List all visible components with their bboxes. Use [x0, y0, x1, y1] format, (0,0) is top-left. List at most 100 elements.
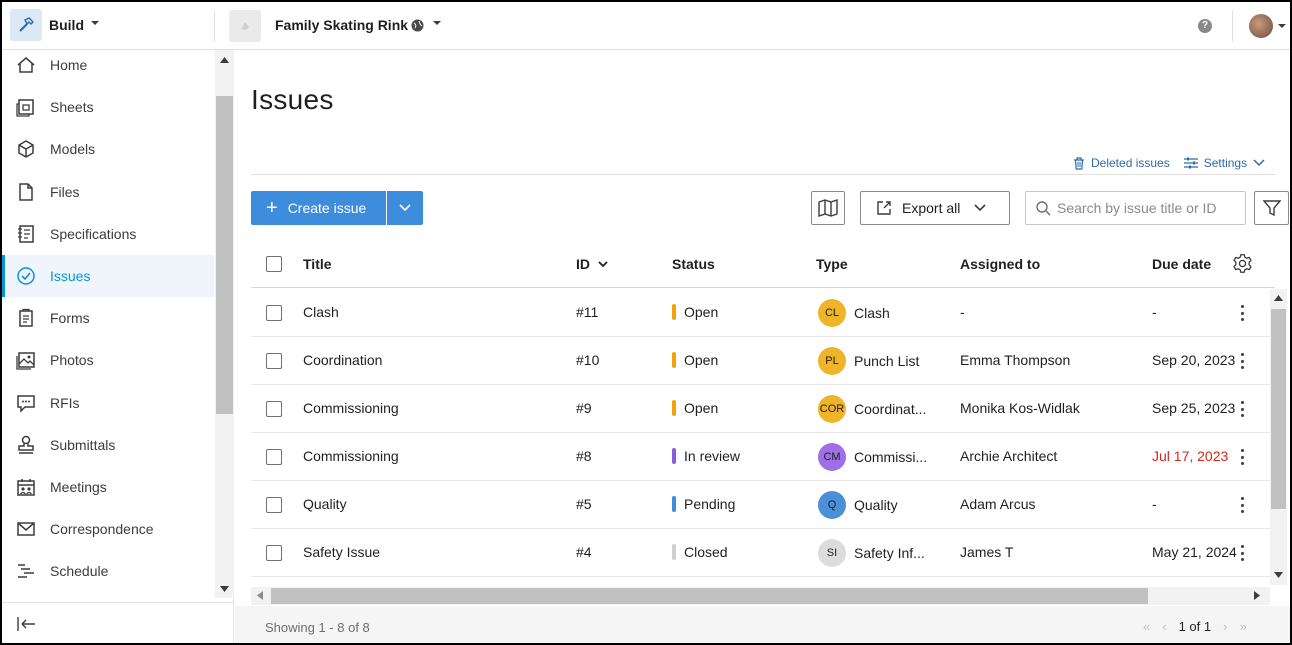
chevron-down-icon [399, 204, 411, 212]
row-checkbox[interactable] [266, 497, 282, 513]
sidebar-item-schedule[interactable]: Schedule [2, 550, 214, 592]
app-name[interactable]: Build [49, 17, 84, 33]
due-date: Jul 17, 2023 [1152, 448, 1229, 464]
more-options-icon[interactable] [1239, 447, 1245, 467]
search-icon [1036, 200, 1051, 216]
schedule-icon [18, 564, 34, 579]
more-options-icon[interactable] [1239, 399, 1245, 419]
scroll-left-icon[interactable] [257, 591, 263, 600]
sidebar-item-submittals[interactable]: Submittals [2, 424, 214, 466]
more-options-icon[interactable] [1239, 543, 1245, 563]
column-header-id[interactable]: ID [576, 256, 608, 272]
status-label: In review [684, 448, 741, 464]
home-icon [17, 57, 35, 73]
scroll-right-icon[interactable] [1254, 591, 1260, 600]
previous-page-icon[interactable]: ‹ [1162, 619, 1166, 634]
sidebar-scrollbar[interactable] [215, 50, 234, 598]
sidebar-scroll-thumb[interactable] [216, 96, 233, 414]
table-row[interactable]: Quality #5 Pending Q Quality Adam Arcus - [251, 481, 1275, 529]
issue-title[interactable]: Commissioning [303, 400, 399, 416]
select-all-checkbox[interactable] [266, 256, 282, 272]
sidebar-item-label: Files [50, 183, 80, 200]
column-header-status[interactable]: Status [672, 256, 715, 272]
issue-title[interactable]: Quality [303, 496, 347, 512]
gear-icon[interactable] [1232, 253, 1253, 274]
row-checkbox[interactable] [266, 353, 282, 369]
status-indicator [672, 544, 676, 560]
type-cell: Q Quality [818, 491, 928, 519]
avatar-caret-down-icon[interactable] [1278, 22, 1286, 30]
more-options-icon[interactable] [1239, 495, 1245, 515]
next-page-icon[interactable]: › [1223, 619, 1227, 634]
column-header-due-date[interactable]: Due date [1152, 256, 1211, 272]
table-horizontal-scrollbar[interactable] [251, 587, 1270, 605]
row-checkbox[interactable] [266, 449, 282, 465]
export-all-button[interactable]: Export all [860, 191, 1010, 225]
table-row[interactable]: Commissioning #9 Open COR Coordinat... Monika… [251, 385, 1275, 433]
column-header-type[interactable]: Type [816, 256, 848, 272]
sidebar-item-models[interactable]: Models [2, 128, 214, 170]
create-issue-button[interactable]: + Create issue [251, 191, 386, 225]
app-caret-down-icon[interactable] [90, 18, 100, 28]
filter-button[interactable] [1254, 191, 1289, 225]
table-row[interactable]: Coordination #10 Open PL Punch List Emma Thom… [251, 337, 1275, 385]
collapse-sidebar-icon[interactable] [17, 617, 37, 631]
sidebar-item-photos[interactable]: Photos [2, 339, 214, 381]
sidebar-item-home[interactable]: Home [2, 50, 214, 86]
issue-title[interactable]: Coordination [303, 352, 382, 368]
divider [1232, 10, 1233, 42]
scroll-up-icon[interactable] [220, 57, 229, 63]
scroll-down-icon[interactable] [1274, 572, 1283, 578]
issue-title[interactable]: Commissioning [303, 448, 399, 464]
file-icon [19, 182, 33, 201]
scroll-down-icon[interactable] [220, 586, 229, 592]
first-page-icon[interactable]: « [1143, 619, 1150, 634]
help-icon[interactable]: ? [1198, 19, 1212, 33]
project-name[interactable]: Family Skating Rink [275, 17, 408, 33]
table-row[interactable]: Commissioning #8 In review CM Commissi... Arc… [251, 433, 1275, 481]
column-header-assigned[interactable]: Assigned to [960, 256, 1040, 272]
table-row[interactable]: Clash #11 Open CL Clash - - [251, 289, 1275, 337]
table-vertical-scrollbar[interactable] [1270, 289, 1287, 585]
table-horizontal-scroll-thumb[interactable] [271, 588, 1148, 604]
row-checkbox[interactable] [266, 545, 282, 561]
create-issue-dropdown-button[interactable] [387, 191, 423, 225]
column-header-title[interactable]: Title [303, 256, 332, 272]
deleted-issues-link[interactable]: Deleted issues [1073, 156, 1170, 170]
scroll-up-icon[interactable] [1274, 295, 1283, 301]
issue-title[interactable]: Clash [303, 304, 339, 320]
build-hammer-icon[interactable] [10, 9, 42, 41]
user-avatar[interactable] [1249, 14, 1273, 38]
map-view-button[interactable] [811, 191, 845, 225]
sidebar-item-forms[interactable]: Forms [2, 297, 214, 339]
sidebar-item-label: Issues [50, 268, 91, 284]
project-caret-down-icon[interactable] [432, 18, 442, 28]
type-label: Commissi... [854, 449, 928, 465]
sidebar-item-files[interactable]: Files [2, 171, 214, 213]
sidebar-item-specifications[interactable]: Specifications [2, 213, 214, 255]
sidebar-item-rfis[interactable]: RFIs [2, 382, 214, 424]
issue-id: #5 [576, 496, 592, 512]
sidebar-item-label: Specifications [50, 225, 137, 242]
project-thumbnail [229, 10, 261, 42]
due-date: May 21, 2024 [1152, 544, 1237, 560]
sort-down-icon [598, 260, 608, 267]
table-vertical-scroll-thumb[interactable] [1271, 309, 1286, 509]
type-label: Safety Inf... [854, 545, 925, 561]
settings-link[interactable]: Settings [1183, 156, 1265, 170]
sidebar-item-sheets[interactable]: Sheets [2, 86, 214, 128]
last-page-icon[interactable]: » [1239, 619, 1246, 634]
more-options-icon[interactable] [1239, 303, 1245, 323]
sidebar-item-meetings[interactable]: Meetings [2, 466, 214, 508]
sidebar-item-correspondence[interactable]: Correspondence [2, 508, 214, 550]
sidebar-item-issues[interactable]: Issues [2, 255, 214, 297]
search-input[interactable] [1057, 200, 1227, 216]
row-checkbox[interactable] [266, 401, 282, 417]
row-checkbox[interactable] [266, 305, 282, 321]
sidebar-item-label: Models [50, 141, 96, 158]
issue-title[interactable]: Safety Issue [303, 544, 380, 560]
table-row[interactable]: Safety Issue #4 Closed SI Safety Inf... James… [251, 529, 1275, 577]
status-label: Open [684, 352, 719, 368]
trash-icon [1074, 156, 1084, 170]
more-options-icon[interactable] [1239, 351, 1245, 371]
